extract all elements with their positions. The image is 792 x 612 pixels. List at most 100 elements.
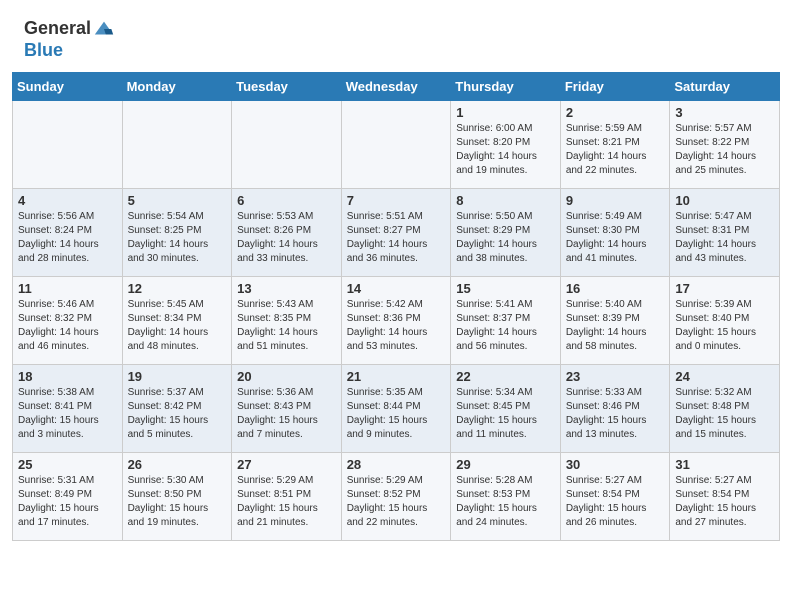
day-number: 4: [18, 193, 117, 208]
calendar-body: 1Sunrise: 6:00 AM Sunset: 8:20 PM Daylig…: [13, 100, 780, 540]
calendar-header: SundayMondayTuesdayWednesdayThursdayFrid…: [13, 72, 780, 100]
page-header: General Blue: [0, 0, 792, 72]
calendar-week: 1Sunrise: 6:00 AM Sunset: 8:20 PM Daylig…: [13, 100, 780, 188]
day-info: Sunrise: 5:38 AM Sunset: 8:41 PM Dayligh…: [18, 386, 117, 442]
calendar-cell: 11 Sunrise: 5:46 AM Sunset: 8:32 PM Dayli…: [13, 276, 123, 364]
calendar-cell: 15 Sunrise: 5:41 AM Sunset: 8:37 PM Dayli…: [451, 276, 561, 364]
day-info: Sunrise: 5:53 AM Sunset: 8:26 PM Dayligh…: [237, 210, 336, 266]
calendar-cell: 25 Sunrise: 5:31 AM Sunset: 8:49 PM Dayli…: [13, 452, 123, 540]
day-info: Sunrise: 5:29 AM Sunset: 8:52 PM Dayligh…: [347, 474, 446, 530]
logo-blue: Blue: [24, 40, 115, 62]
day-number: 16: [566, 281, 665, 296]
day-number: 26: [128, 457, 227, 472]
calendar-table: SundayMondayTuesdayWednesdayThursdayFrid…: [12, 72, 780, 541]
day-info: Sunrise: 5:28 AM Sunset: 8:53 PM Dayligh…: [456, 474, 555, 530]
calendar-cell: 3Sunrise: 5:57 AM Sunset: 8:22 PM Daylig…: [670, 100, 780, 188]
day-number: 17: [675, 281, 774, 296]
day-info: Sunrise: 5:33 AM Sunset: 8:46 PM Dayligh…: [566, 386, 665, 442]
day-info: Sunrise: 5:31 AM Sunset: 8:49 PM Dayligh…: [18, 474, 117, 530]
calendar-cell: 14Sunrise: 5:42 AM Sunset: 8:36 PM Dayli…: [341, 276, 451, 364]
calendar-week: 4 Sunrise: 5:56 AM Sunset: 8:24 PM Daylig…: [13, 188, 780, 276]
day-number: 7: [347, 193, 446, 208]
day-number: 18: [18, 369, 117, 384]
weekday-header: Sunday: [13, 72, 123, 100]
calendar-cell: 27 Sunrise: 5:29 AM Sunset: 8:51 PM Dayli…: [232, 452, 342, 540]
calendar-cell: 12 Sunrise: 5:45 AM Sunset: 8:34 PM Dayli…: [122, 276, 232, 364]
weekday-header: Thursday: [451, 72, 561, 100]
day-info: Sunrise: 5:39 AM Sunset: 8:40 PM Dayligh…: [675, 298, 774, 354]
calendar-cell: 19Sunrise: 5:37 AM Sunset: 8:42 PM Dayli…: [122, 364, 232, 452]
calendar-week: 18 Sunrise: 5:38 AM Sunset: 8:41 PM Dayli…: [13, 364, 780, 452]
day-info: Sunrise: 5:27 AM Sunset: 8:54 PM Dayligh…: [675, 474, 774, 530]
logo-general: General: [24, 18, 91, 40]
calendar-cell: 30 Sunrise: 5:27 AM Sunset: 8:54 PM Dayli…: [560, 452, 670, 540]
day-number: 29: [456, 457, 555, 472]
calendar-cell: 16 Sunrise: 5:40 AM Sunset: 8:39 PM Dayli…: [560, 276, 670, 364]
calendar-cell: [232, 100, 342, 188]
calendar-cell: 5Sunrise: 5:54 AM Sunset: 8:25 PM Daylig…: [122, 188, 232, 276]
day-number: 10: [675, 193, 774, 208]
day-number: 20: [237, 369, 336, 384]
day-info: Sunrise: 5:43 AM Sunset: 8:35 PM Dayligh…: [237, 298, 336, 354]
calendar-cell: 8 Sunrise: 5:50 AM Sunset: 8:29 PM Daylig…: [451, 188, 561, 276]
day-number: 28: [347, 457, 446, 472]
day-number: 31: [675, 457, 774, 472]
calendar-cell: 7Sunrise: 5:51 AM Sunset: 8:27 PM Daylig…: [341, 188, 451, 276]
calendar-cell: 2 Sunrise: 5:59 AM Sunset: 8:21 PM Daylig…: [560, 100, 670, 188]
calendar-cell: 31 Sunrise: 5:27 AM Sunset: 8:54 PM Dayli…: [670, 452, 780, 540]
weekday-header: Wednesday: [341, 72, 451, 100]
day-info: Sunrise: 5:59 AM Sunset: 8:21 PM Dayligh…: [566, 122, 665, 178]
day-info: Sunrise: 5:56 AM Sunset: 8:24 PM Dayligh…: [18, 210, 117, 266]
calendar-cell: 24 Sunrise: 5:32 AM Sunset: 8:48 PM Dayli…: [670, 364, 780, 452]
day-number: 24: [675, 369, 774, 384]
calendar-cell: [13, 100, 123, 188]
day-number: 27: [237, 457, 336, 472]
calendar-cell: 29 Sunrise: 5:28 AM Sunset: 8:53 PM Dayli…: [451, 452, 561, 540]
day-info: Sunrise: 6:00 AM Sunset: 8:20 PM Dayligh…: [456, 122, 555, 178]
day-info: Sunrise: 5:41 AM Sunset: 8:37 PM Dayligh…: [456, 298, 555, 354]
day-number: 15: [456, 281, 555, 296]
calendar-cell: 21Sunrise: 5:35 AM Sunset: 8:44 PM Dayli…: [341, 364, 451, 452]
calendar-cell: 28 Sunrise: 5:29 AM Sunset: 8:52 PM Dayli…: [341, 452, 451, 540]
day-number: 5: [128, 193, 227, 208]
day-number: 12: [128, 281, 227, 296]
calendar-cell: 4 Sunrise: 5:56 AM Sunset: 8:24 PM Daylig…: [13, 188, 123, 276]
day-number: 9: [566, 193, 665, 208]
day-info: Sunrise: 5:40 AM Sunset: 8:39 PM Dayligh…: [566, 298, 665, 354]
weekday-header: Saturday: [670, 72, 780, 100]
calendar-cell: 20 Sunrise: 5:36 AM Sunset: 8:43 PM Dayli…: [232, 364, 342, 452]
day-info: Sunrise: 5:37 AM Sunset: 8:42 PM Dayligh…: [128, 386, 227, 442]
calendar-cell: 9 Sunrise: 5:49 AM Sunset: 8:30 PM Daylig…: [560, 188, 670, 276]
weekday-header: Monday: [122, 72, 232, 100]
day-info: Sunrise: 5:46 AM Sunset: 8:32 PM Dayligh…: [18, 298, 117, 354]
logo: General Blue: [24, 18, 115, 62]
calendar-cell: 1Sunrise: 6:00 AM Sunset: 8:20 PM Daylig…: [451, 100, 561, 188]
day-info: Sunrise: 5:30 AM Sunset: 8:50 PM Dayligh…: [128, 474, 227, 530]
calendar-cell: [341, 100, 451, 188]
calendar-cell: 26 Sunrise: 5:30 AM Sunset: 8:50 PM Dayli…: [122, 452, 232, 540]
calendar-week: 25 Sunrise: 5:31 AM Sunset: 8:49 PM Dayli…: [13, 452, 780, 540]
calendar-cell: [122, 100, 232, 188]
calendar-cell: 18 Sunrise: 5:38 AM Sunset: 8:41 PM Dayli…: [13, 364, 123, 452]
day-number: 25: [18, 457, 117, 472]
day-number: 30: [566, 457, 665, 472]
calendar-week: 11 Sunrise: 5:46 AM Sunset: 8:32 PM Dayli…: [13, 276, 780, 364]
weekday-header: Friday: [560, 72, 670, 100]
day-info: Sunrise: 5:27 AM Sunset: 8:54 PM Dayligh…: [566, 474, 665, 530]
calendar-cell: 13 Sunrise: 5:43 AM Sunset: 8:35 PM Dayli…: [232, 276, 342, 364]
calendar-cell: 17 Sunrise: 5:39 AM Sunset: 8:40 PM Dayli…: [670, 276, 780, 364]
day-number: 3: [675, 105, 774, 120]
day-info: Sunrise: 5:29 AM Sunset: 8:51 PM Dayligh…: [237, 474, 336, 530]
day-info: Sunrise: 5:32 AM Sunset: 8:48 PM Dayligh…: [675, 386, 774, 442]
day-info: Sunrise: 5:36 AM Sunset: 8:43 PM Dayligh…: [237, 386, 336, 442]
day-number: 6: [237, 193, 336, 208]
day-info: Sunrise: 5:50 AM Sunset: 8:29 PM Dayligh…: [456, 210, 555, 266]
day-number: 11: [18, 281, 117, 296]
calendar-cell: 6 Sunrise: 5:53 AM Sunset: 8:26 PM Daylig…: [232, 188, 342, 276]
day-info: Sunrise: 5:45 AM Sunset: 8:34 PM Dayligh…: [128, 298, 227, 354]
day-number: 13: [237, 281, 336, 296]
day-number: 8: [456, 193, 555, 208]
day-number: 2: [566, 105, 665, 120]
day-info: Sunrise: 5:49 AM Sunset: 8:30 PM Dayligh…: [566, 210, 665, 266]
day-info: Sunrise: 5:34 AM Sunset: 8:45 PM Dayligh…: [456, 386, 555, 442]
